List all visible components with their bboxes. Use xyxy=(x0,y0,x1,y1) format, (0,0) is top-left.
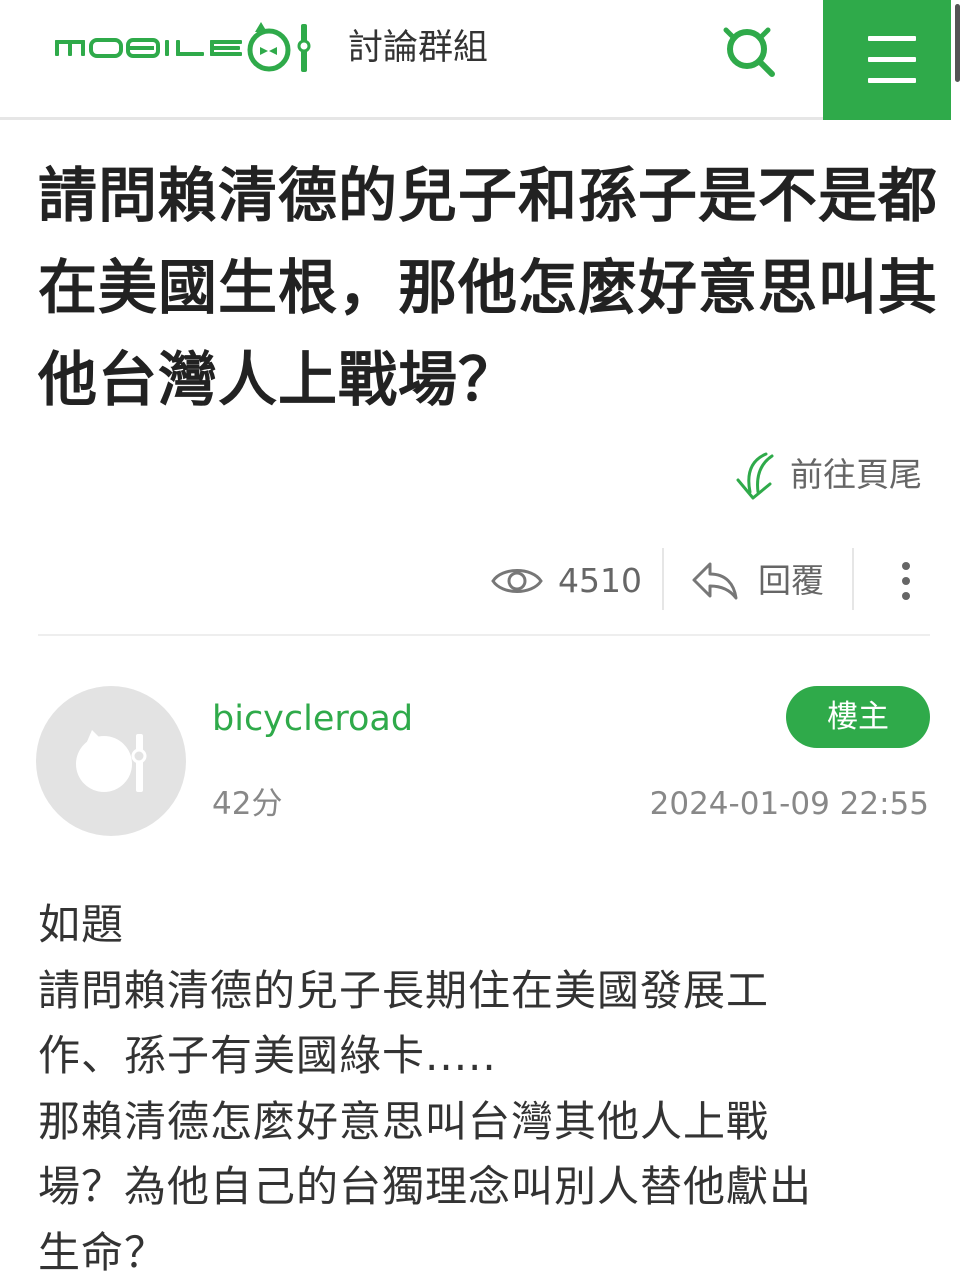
post-body-line: 生命？ xyxy=(38,1220,918,1285)
hamburger-menu-icon xyxy=(868,36,916,41)
goto-bottom-label: 前往頁尾 xyxy=(790,452,922,498)
search-icon[interactable] xyxy=(718,20,780,82)
post-body-line: 那賴清德怎麼好意思叫台灣其他人上戰 xyxy=(38,1089,918,1155)
mobile01-logo[interactable] xyxy=(55,18,317,78)
reply-icon[interactable] xyxy=(690,558,740,604)
post-body: 如題 請問賴清德的兒子長期住在美國發展工 作、孫子有美國綠卡..... 那賴清德… xyxy=(38,892,918,1285)
thread-title: 請問賴清德的兒子和孫子是不是都在美國生根，那他怎麼好意思叫其他台灣人上戰場？ xyxy=(38,150,938,426)
author-name[interactable]: bicycleroad xyxy=(212,696,413,742)
post-body-line: 作、孫子有美國綠卡..... xyxy=(38,1023,918,1089)
stats-divider xyxy=(852,548,854,610)
divider xyxy=(38,634,930,636)
arrow-down-icon xyxy=(732,450,776,502)
thread-stats-bar: 4510 回覆 xyxy=(0,548,967,614)
reply-button[interactable]: 回覆 xyxy=(758,558,824,604)
menu-button[interactable] xyxy=(823,0,951,120)
post-body-line: 如題 xyxy=(38,892,918,958)
stats-divider xyxy=(662,548,664,610)
view-count: 4510 xyxy=(558,558,642,604)
eye-icon xyxy=(490,558,544,604)
post-date: 2024-01-09 22:55 xyxy=(650,782,929,826)
scrollbar-thumb[interactable] xyxy=(955,4,960,82)
author-score: 42分 xyxy=(212,782,282,826)
post-body-line: 場？為他自己的台獨理念叫別人替他獻出 xyxy=(38,1154,918,1220)
more-options-icon[interactable] xyxy=(893,558,919,604)
top-header: 討論群組 xyxy=(0,0,967,120)
section-title[interactable]: 討論群組 xyxy=(348,24,488,72)
goto-bottom-link[interactable]: 前往頁尾 xyxy=(732,448,932,504)
avatar[interactable] xyxy=(36,686,186,836)
op-badge: 樓主 xyxy=(786,686,930,748)
post-body-line: 請問賴清德的兒子長期住在美國發展工 xyxy=(38,958,918,1024)
